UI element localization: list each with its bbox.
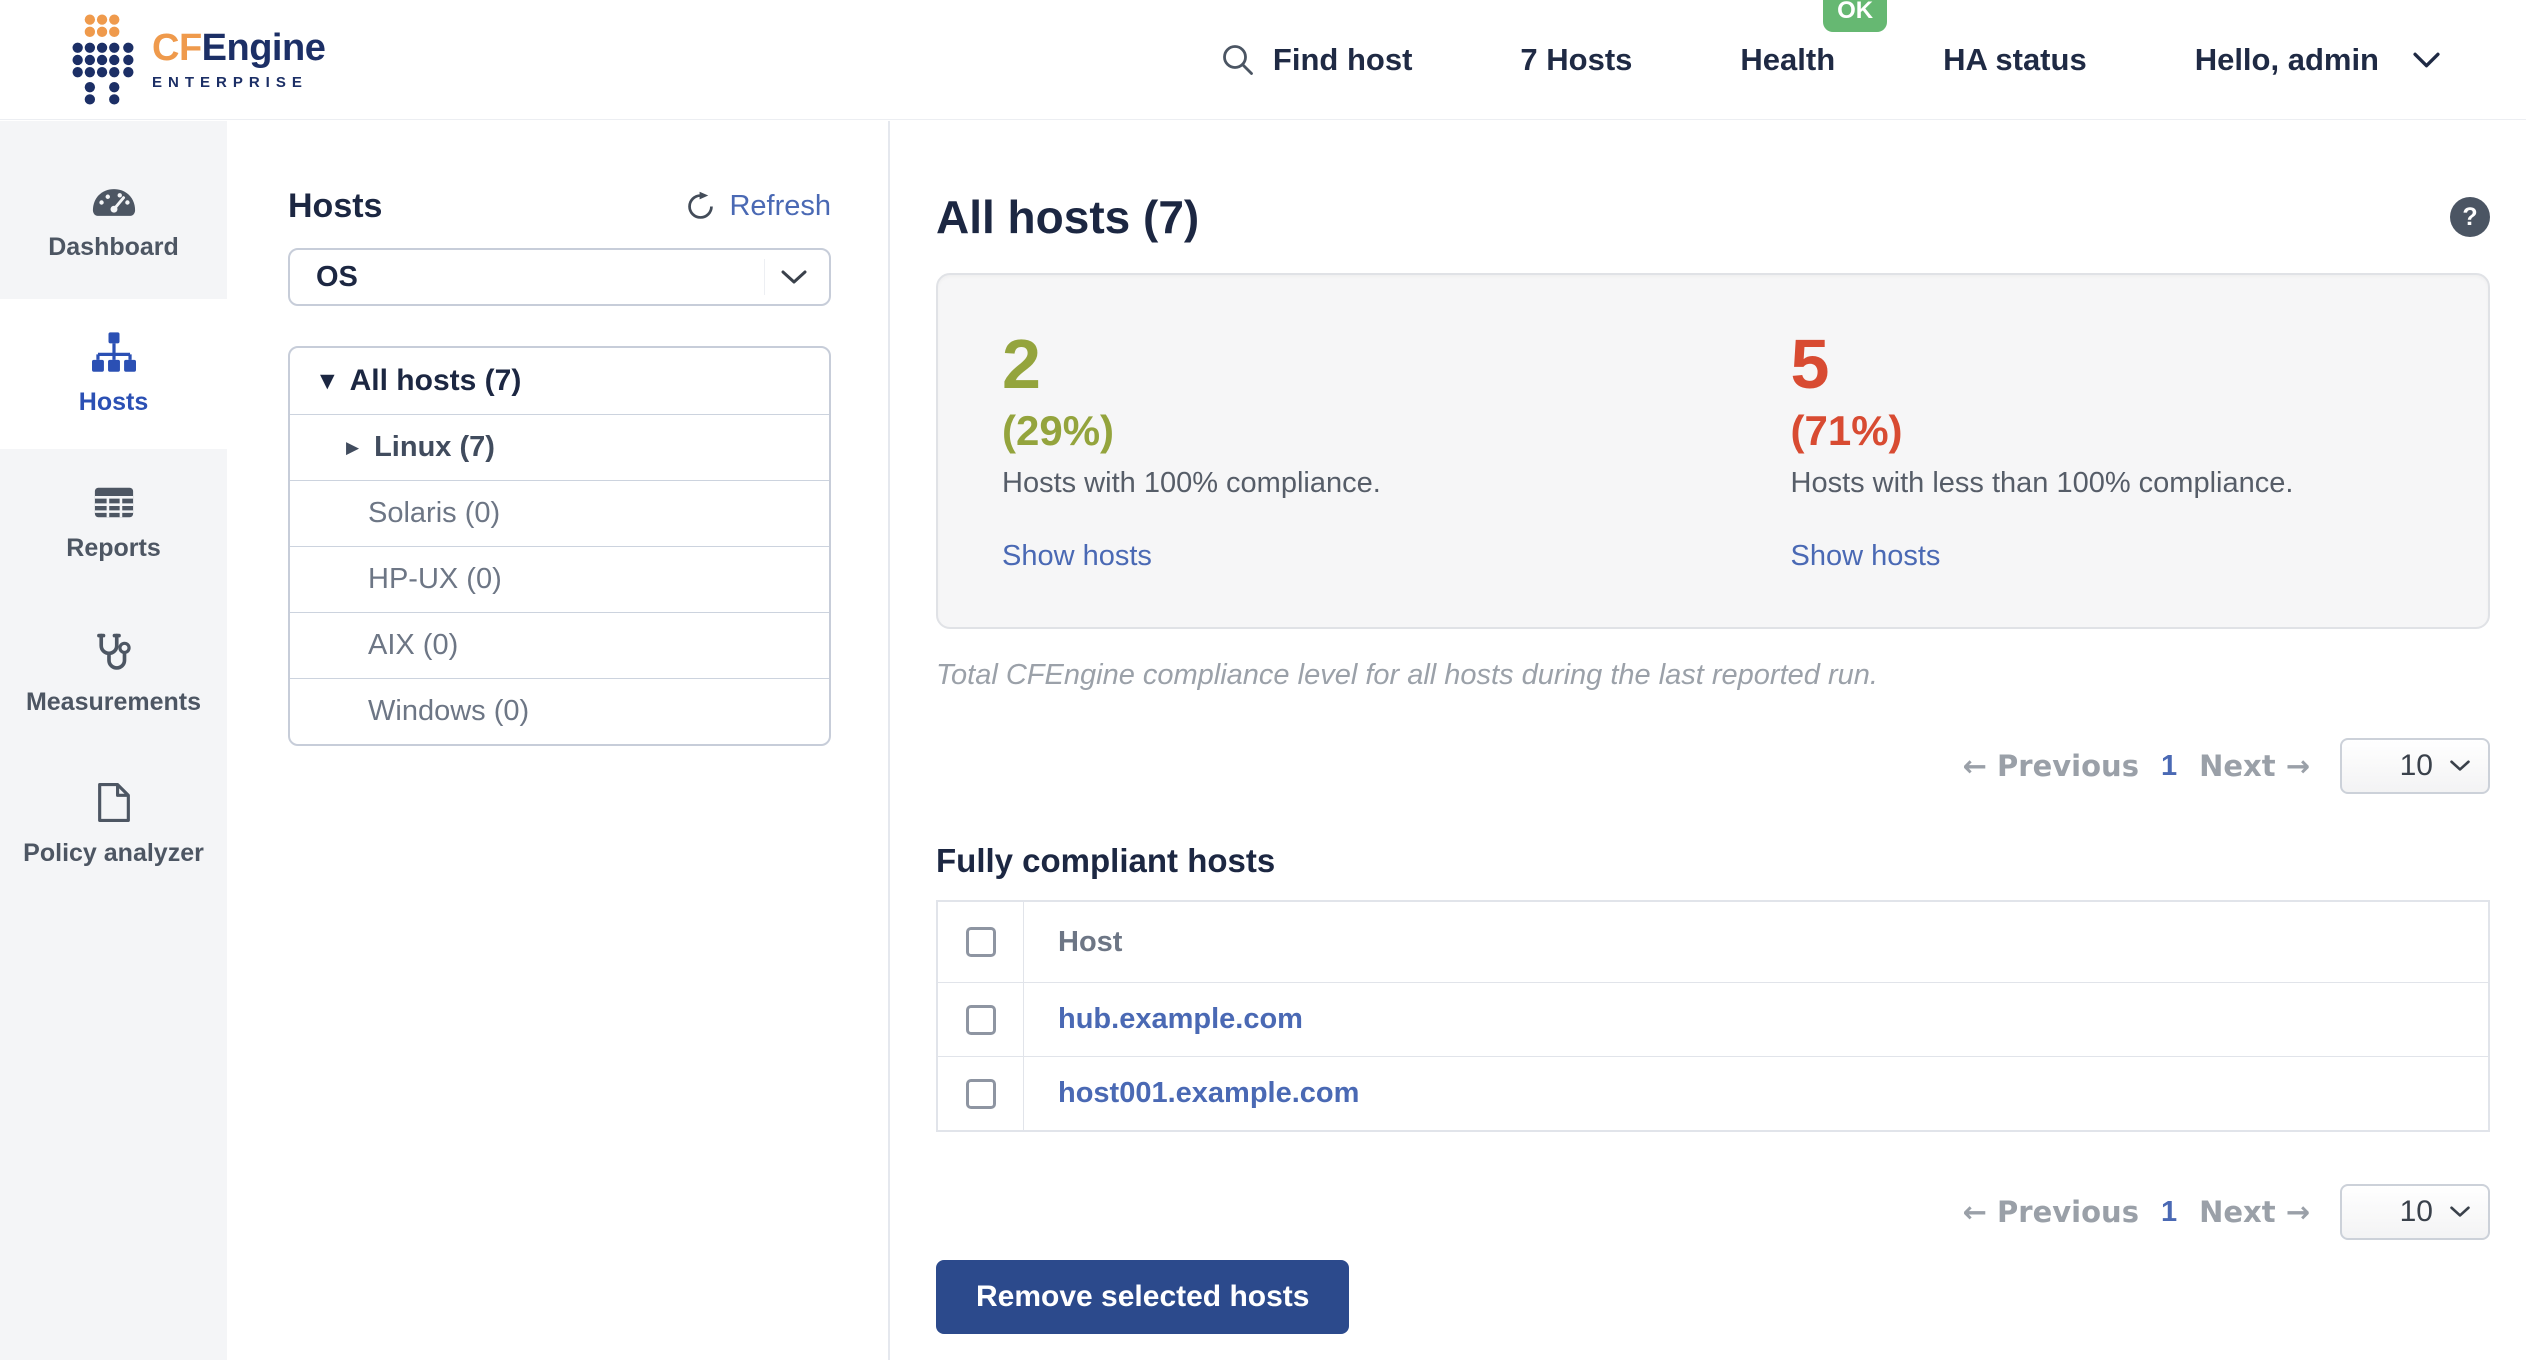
help-icon[interactable]: ? xyxy=(2450,197,2490,237)
os-filter-select[interactable]: OS xyxy=(288,248,831,306)
next-page-button[interactable]: Next → xyxy=(2199,1195,2310,1229)
host-column-header: Host xyxy=(1058,925,1123,958)
sidebar-item-policy-analyzer[interactable]: Policy analyzer xyxy=(0,749,227,899)
chevron-down-icon xyxy=(781,270,807,283)
chevron-down-icon xyxy=(2450,1206,2470,1217)
sidebar-item-measurements[interactable]: Measurements xyxy=(0,599,227,749)
compliance-caption: Total CFEngine compliance level for all … xyxy=(936,659,1878,691)
tree-item-aix[interactable]: AIX (0) xyxy=(290,612,829,678)
brand-text: CFEngine ENTERPRISE xyxy=(152,26,326,91)
find-host-label: Find host xyxy=(1272,41,1413,77)
noncompliant-percent: (71%) xyxy=(1790,407,1903,454)
select-all-checkbox[interactable] xyxy=(965,927,996,957)
brand-subtitle: ENTERPRISE xyxy=(152,73,308,91)
sidebar-item-label: Dashboard xyxy=(48,232,179,261)
header-nav: Find host 7 Hosts Health OK HA status He… xyxy=(1221,0,2440,78)
cfengine-logo[interactable]: CFEngine ENTERPRISE xyxy=(72,14,326,105)
previous-page-button[interactable]: ← Previous xyxy=(1963,749,2139,783)
row-checkbox[interactable] xyxy=(965,1078,996,1109)
app-header: CFEngine ENTERPRISE Find host 7 Hosts He… xyxy=(0,0,2526,120)
tree-collapsed-icon: ▶ xyxy=(346,437,360,458)
show-hosts-link-compliant[interactable]: Show hosts xyxy=(1002,540,1152,573)
page-title: All hosts (7) xyxy=(936,191,1200,243)
document-icon xyxy=(97,782,130,822)
health-status-badge: OK xyxy=(1823,0,1888,32)
sidebar-item-label: Reports xyxy=(66,533,161,562)
pagination-bottom: ← Previous 1 Next → 10 xyxy=(936,1184,2490,1240)
table-icon xyxy=(94,487,133,517)
main-content: All hosts (7) ? 2 (29%) Hosts with 100% … xyxy=(892,121,2526,1360)
sitemap-icon xyxy=(91,331,136,372)
host-link[interactable]: host001.example.com xyxy=(1058,1077,1359,1110)
nav-hosts-count[interactable]: 7 Hosts xyxy=(1520,42,1632,78)
sidebar-nav: Dashboard Hosts Reports Measurements Pol… xyxy=(0,121,227,1360)
tree-expanded-icon: ▼ xyxy=(320,370,335,392)
compliant-percent: (29%) xyxy=(1002,407,1115,454)
noncompliant-count: 5 xyxy=(1790,325,1830,403)
table-header-row: Host xyxy=(938,902,2488,982)
tree-item-all-hosts[interactable]: ▼ All hosts (7) xyxy=(290,348,829,414)
host-link[interactable]: hub.example.com xyxy=(1058,1003,1303,1036)
page-size-value: 10 xyxy=(2399,749,2433,782)
host-table: Host hub.example.com host001.example.com xyxy=(936,900,2490,1132)
sidebar-item-reports[interactable]: Reports xyxy=(0,449,227,599)
show-hosts-link-noncompliant[interactable]: Show hosts xyxy=(1791,540,1941,573)
os-filter-value: OS xyxy=(316,260,358,293)
tree-item-linux[interactable]: ▶ Linux (7) xyxy=(290,414,829,480)
compliant-count: 2 xyxy=(1002,325,1041,403)
row-checkbox[interactable] xyxy=(965,1004,996,1035)
remove-selected-hosts-button[interactable]: Remove selected hosts xyxy=(936,1260,1350,1334)
compliance-summary-card: 2 (29%) Hosts with 100% compliance. Show… xyxy=(936,273,2490,629)
select-divider xyxy=(764,259,765,295)
next-page-button[interactable]: Next → xyxy=(2199,749,2310,783)
compliant-hosts-heading: Fully compliant hosts xyxy=(936,842,1276,879)
hosts-panel-title: Hosts xyxy=(288,187,383,225)
table-row: host001.example.com xyxy=(938,1056,2488,1130)
nav-ha-status[interactable]: HA status xyxy=(1943,42,2087,78)
sidebar-item-label: Policy analyzer xyxy=(23,838,204,867)
tree-item-hpux[interactable]: HP-UX (0) xyxy=(290,546,829,612)
gauge-icon xyxy=(92,188,135,216)
refresh-icon xyxy=(688,191,714,219)
compliant-stat: 2 (29%) Hosts with 100% compliance. Show… xyxy=(938,329,1791,627)
cfengine-logo-icon xyxy=(72,14,134,105)
table-row: hub.example.com xyxy=(938,982,2488,1056)
page-size-select[interactable]: 10 xyxy=(2340,1184,2490,1240)
current-page-number[interactable]: 1 xyxy=(2161,1196,2177,1229)
noncompliant-description: Hosts with less than 100% compliance. xyxy=(1790,467,2294,499)
sidebar-item-label: Measurements xyxy=(25,688,202,716)
chevron-down-icon xyxy=(2413,52,2440,67)
header-checkbox-cell xyxy=(938,902,1024,982)
previous-page-button[interactable]: ← Previous xyxy=(1963,1195,2139,1229)
user-menu-label: Hello, admin xyxy=(2194,41,2379,77)
brand-cf: CF xyxy=(152,26,202,69)
page-size-select[interactable]: 10 xyxy=(2340,738,2490,794)
user-menu[interactable]: Hello, admin xyxy=(2195,42,2440,78)
find-host-search[interactable]: Find host xyxy=(1221,42,1412,78)
tree-item-windows[interactable]: Windows (0) xyxy=(290,678,829,744)
refresh-button[interactable]: Refresh xyxy=(685,190,831,223)
refresh-label: Refresh xyxy=(729,190,831,222)
compliant-description: Hosts with 100% compliance. xyxy=(1002,467,1381,499)
stethoscope-icon xyxy=(96,633,131,670)
pagination-top: ← Previous 1 Next → 10 xyxy=(936,738,2490,794)
sidebar-item-hosts[interactable]: Hosts xyxy=(0,299,227,449)
sidebar-item-dashboard[interactable]: Dashboard xyxy=(0,149,227,299)
row-checkbox-cell xyxy=(938,1057,1024,1130)
host-tree: ▼ All hosts (7) ▶ Linux (7) Solaris (0) … xyxy=(288,346,831,746)
nav-health[interactable]: Health OK xyxy=(1740,0,1888,78)
search-icon xyxy=(1223,44,1253,75)
brand-engine: Engine xyxy=(201,26,326,69)
page-size-value: 10 xyxy=(2399,1195,2433,1228)
row-checkbox-cell xyxy=(938,983,1024,1056)
hosts-panel: Hosts Refresh OS ▼ All hosts (7) ▶ Linux… xyxy=(227,121,890,1360)
tree-item-solaris[interactable]: Solaris (0) xyxy=(290,480,829,546)
sidebar-item-label: Hosts xyxy=(78,387,149,416)
noncompliant-stat: 5 (71%) Hosts with less than 100% compli… xyxy=(1791,329,2489,627)
chevron-down-icon xyxy=(2450,760,2470,771)
current-page-number[interactable]: 1 xyxy=(2161,750,2177,783)
